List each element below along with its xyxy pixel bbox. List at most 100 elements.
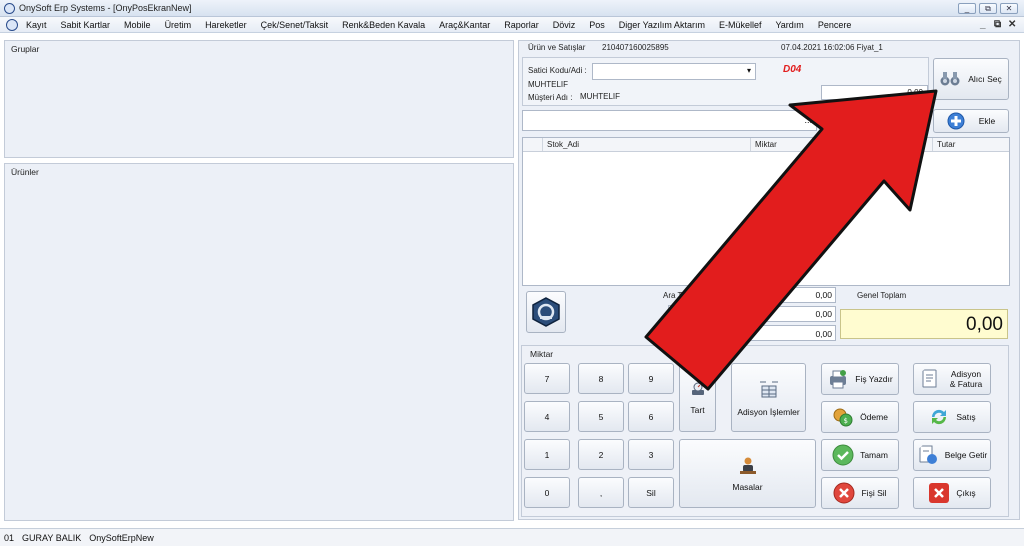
restore-button[interactable]: ⧉ xyxy=(979,3,997,14)
svg-text:$: $ xyxy=(844,417,848,425)
tamam-button[interactable]: Tamam xyxy=(821,439,899,471)
sale-items-grid[interactable]: Stok_Adi Miktar B Tutar xyxy=(522,137,1010,286)
products-title: Ürünler xyxy=(11,167,39,177)
fisi-sil-button[interactable]: Fişi Sil xyxy=(821,477,899,509)
key-7[interactable]: 7 xyxy=(524,363,570,394)
cikis-label: Çıkış xyxy=(956,488,976,498)
fisi-sil-label: Fişi Sil xyxy=(861,488,887,498)
status-bar: 01 GURAY BALIK OnySoftErpNew xyxy=(0,528,1024,546)
app-menu-icon[interactable] xyxy=(6,18,18,31)
seller-label: Satici Kodu/Adi : xyxy=(528,66,587,75)
menu-diger-yazilim[interactable]: Diger Yazılım Aktarım xyxy=(619,20,705,30)
menu-uretim[interactable]: Üretim xyxy=(165,20,192,30)
menu-hareketler[interactable]: Hareketler xyxy=(205,20,247,30)
refresh-icon xyxy=(932,409,947,425)
grid-header: Stok_Adi Miktar B Tutar xyxy=(523,138,1009,152)
key-1[interactable]: 1 xyxy=(524,439,570,470)
tart-button[interactable]: Tart xyxy=(679,363,716,432)
grid-indicator-column xyxy=(523,138,543,151)
customer-label: Müşteri Adı : xyxy=(528,93,573,102)
mdi-minimize-button[interactable]: _ xyxy=(980,19,986,30)
subtotal-value: 0,00 xyxy=(815,290,832,300)
tax-value: 0,00 xyxy=(815,329,832,339)
app-logo-icon xyxy=(4,2,15,14)
column-b[interactable]: B xyxy=(821,138,933,151)
menu-sabit-kartlar[interactable]: Sabit Kartlar xyxy=(61,20,111,30)
seller-combobox[interactable]: ▾ xyxy=(592,63,756,80)
grand-total-field: 0,00 xyxy=(840,309,1008,339)
status-database: OnySoftErpNew xyxy=(89,532,154,543)
menu-doviz[interactable]: Döviz xyxy=(553,20,576,30)
minimize-button[interactable]: _ xyxy=(958,3,976,14)
masalar-button[interactable]: Masalar xyxy=(679,439,816,508)
menu-pencere[interactable]: Pencere xyxy=(818,20,852,30)
menu-e-mukellef[interactable]: E-Mükellef xyxy=(719,20,762,30)
menu-arac-kantar[interactable]: Araç&Kantar xyxy=(439,20,490,30)
odeme-button[interactable]: $ Ödeme xyxy=(821,401,899,433)
key-9[interactable]: 9 xyxy=(628,363,674,394)
window-titlebar: OnySoft Erp Systems - [OnyPosEkranNew] _… xyxy=(0,0,1024,17)
subtotal-label: Ara Toplam xyxy=(663,291,704,300)
menu-kayit[interactable]: Kayıt xyxy=(26,20,47,30)
chevron-down-icon[interactable]: ▾ xyxy=(747,66,751,75)
column-stok-adi[interactable]: Stok_Adi xyxy=(543,138,751,151)
code-badge: D04 xyxy=(783,64,802,75)
mdi-close-button[interactable]: ✕ xyxy=(1008,19,1016,30)
products-panel: Ürünler xyxy=(4,163,514,521)
exit-icon xyxy=(929,483,950,503)
invoice-icon xyxy=(922,369,937,388)
add-label: Ekle xyxy=(978,116,996,126)
adisyon-islemler-button[interactable]: Adisyon İşlemler xyxy=(731,363,806,432)
key-2[interactable]: 2 xyxy=(578,439,624,470)
menu-raporlar[interactable]: Raporlar xyxy=(504,20,539,30)
column-miktar[interactable]: Miktar xyxy=(751,138,821,151)
table-layout-icon xyxy=(759,381,778,397)
adisyon-fatura-button[interactable]: Adisyon & Fatura xyxy=(913,363,991,395)
fis-yazdir-button[interactable]: Fiş Yazdır xyxy=(821,363,899,395)
close-button[interactable]: ✕ xyxy=(1000,3,1018,14)
key-0[interactable]: 0 xyxy=(524,477,570,508)
key-comma[interactable]: , xyxy=(578,477,624,508)
key-8[interactable]: 8 xyxy=(578,363,624,394)
add-button[interactable]: Ekle xyxy=(933,109,1009,133)
status-user: GURAY BALIK xyxy=(22,532,82,543)
key-6[interactable]: 6 xyxy=(628,401,674,432)
ellipsis-button[interactable]: ... xyxy=(804,115,812,125)
waiter-icon xyxy=(739,457,756,474)
shield-logo-icon xyxy=(532,297,560,327)
satis-button[interactable]: Satış xyxy=(913,401,991,433)
key-5[interactable]: 5 xyxy=(578,401,624,432)
masalar-label: Masalar xyxy=(732,481,763,492)
quantity-input[interactable] xyxy=(821,110,928,131)
document-search-icon xyxy=(919,445,937,464)
cikis-button[interactable]: Çıkış xyxy=(913,477,991,509)
tart-label: Tart xyxy=(690,404,705,415)
discount-checkbox[interactable] xyxy=(668,305,680,317)
company-logo-button[interactable] xyxy=(526,291,566,333)
key-sil[interactable]: Sil xyxy=(628,477,674,508)
delete-icon xyxy=(833,482,855,504)
column-tutar[interactable]: Tutar xyxy=(933,138,1011,151)
receipt-number: 210407160025895 xyxy=(602,43,669,52)
status-code: 01 xyxy=(4,532,15,543)
checkmark-icon xyxy=(832,444,854,466)
customer-value: MUHTELIF xyxy=(580,92,620,101)
window-title: OnySoft Erp Systems - [OnyPosEkranNew] xyxy=(19,3,192,13)
binoculars-icon xyxy=(940,72,960,86)
groups-panel: Gruplar xyxy=(4,40,514,158)
buyer-select-button[interactable]: Alıcı Seç xyxy=(933,58,1009,100)
menu-mobile[interactable]: Mobile xyxy=(124,20,151,30)
belge-getir-button[interactable]: Belge Getir xyxy=(913,439,991,471)
menu-renk-beden[interactable]: Renk&Beden Kavala xyxy=(342,20,425,30)
mdi-restore-button[interactable]: ⧉ xyxy=(994,19,1001,30)
printer-icon xyxy=(830,370,847,389)
groups-title: Gruplar xyxy=(11,44,40,54)
key-4[interactable]: 4 xyxy=(524,401,570,432)
product-search-input[interactable]: ... xyxy=(522,110,817,131)
key-3[interactable]: 3 xyxy=(628,439,674,470)
balance-field: 0,00 xyxy=(821,85,928,100)
menu-yardim[interactable]: Yardım xyxy=(775,20,803,30)
belge-getir-label: Belge Getir xyxy=(944,450,988,460)
menu-cek-senet[interactable]: Çek/Senet/Taksit xyxy=(261,20,329,30)
menu-pos[interactable]: Pos xyxy=(589,20,605,30)
